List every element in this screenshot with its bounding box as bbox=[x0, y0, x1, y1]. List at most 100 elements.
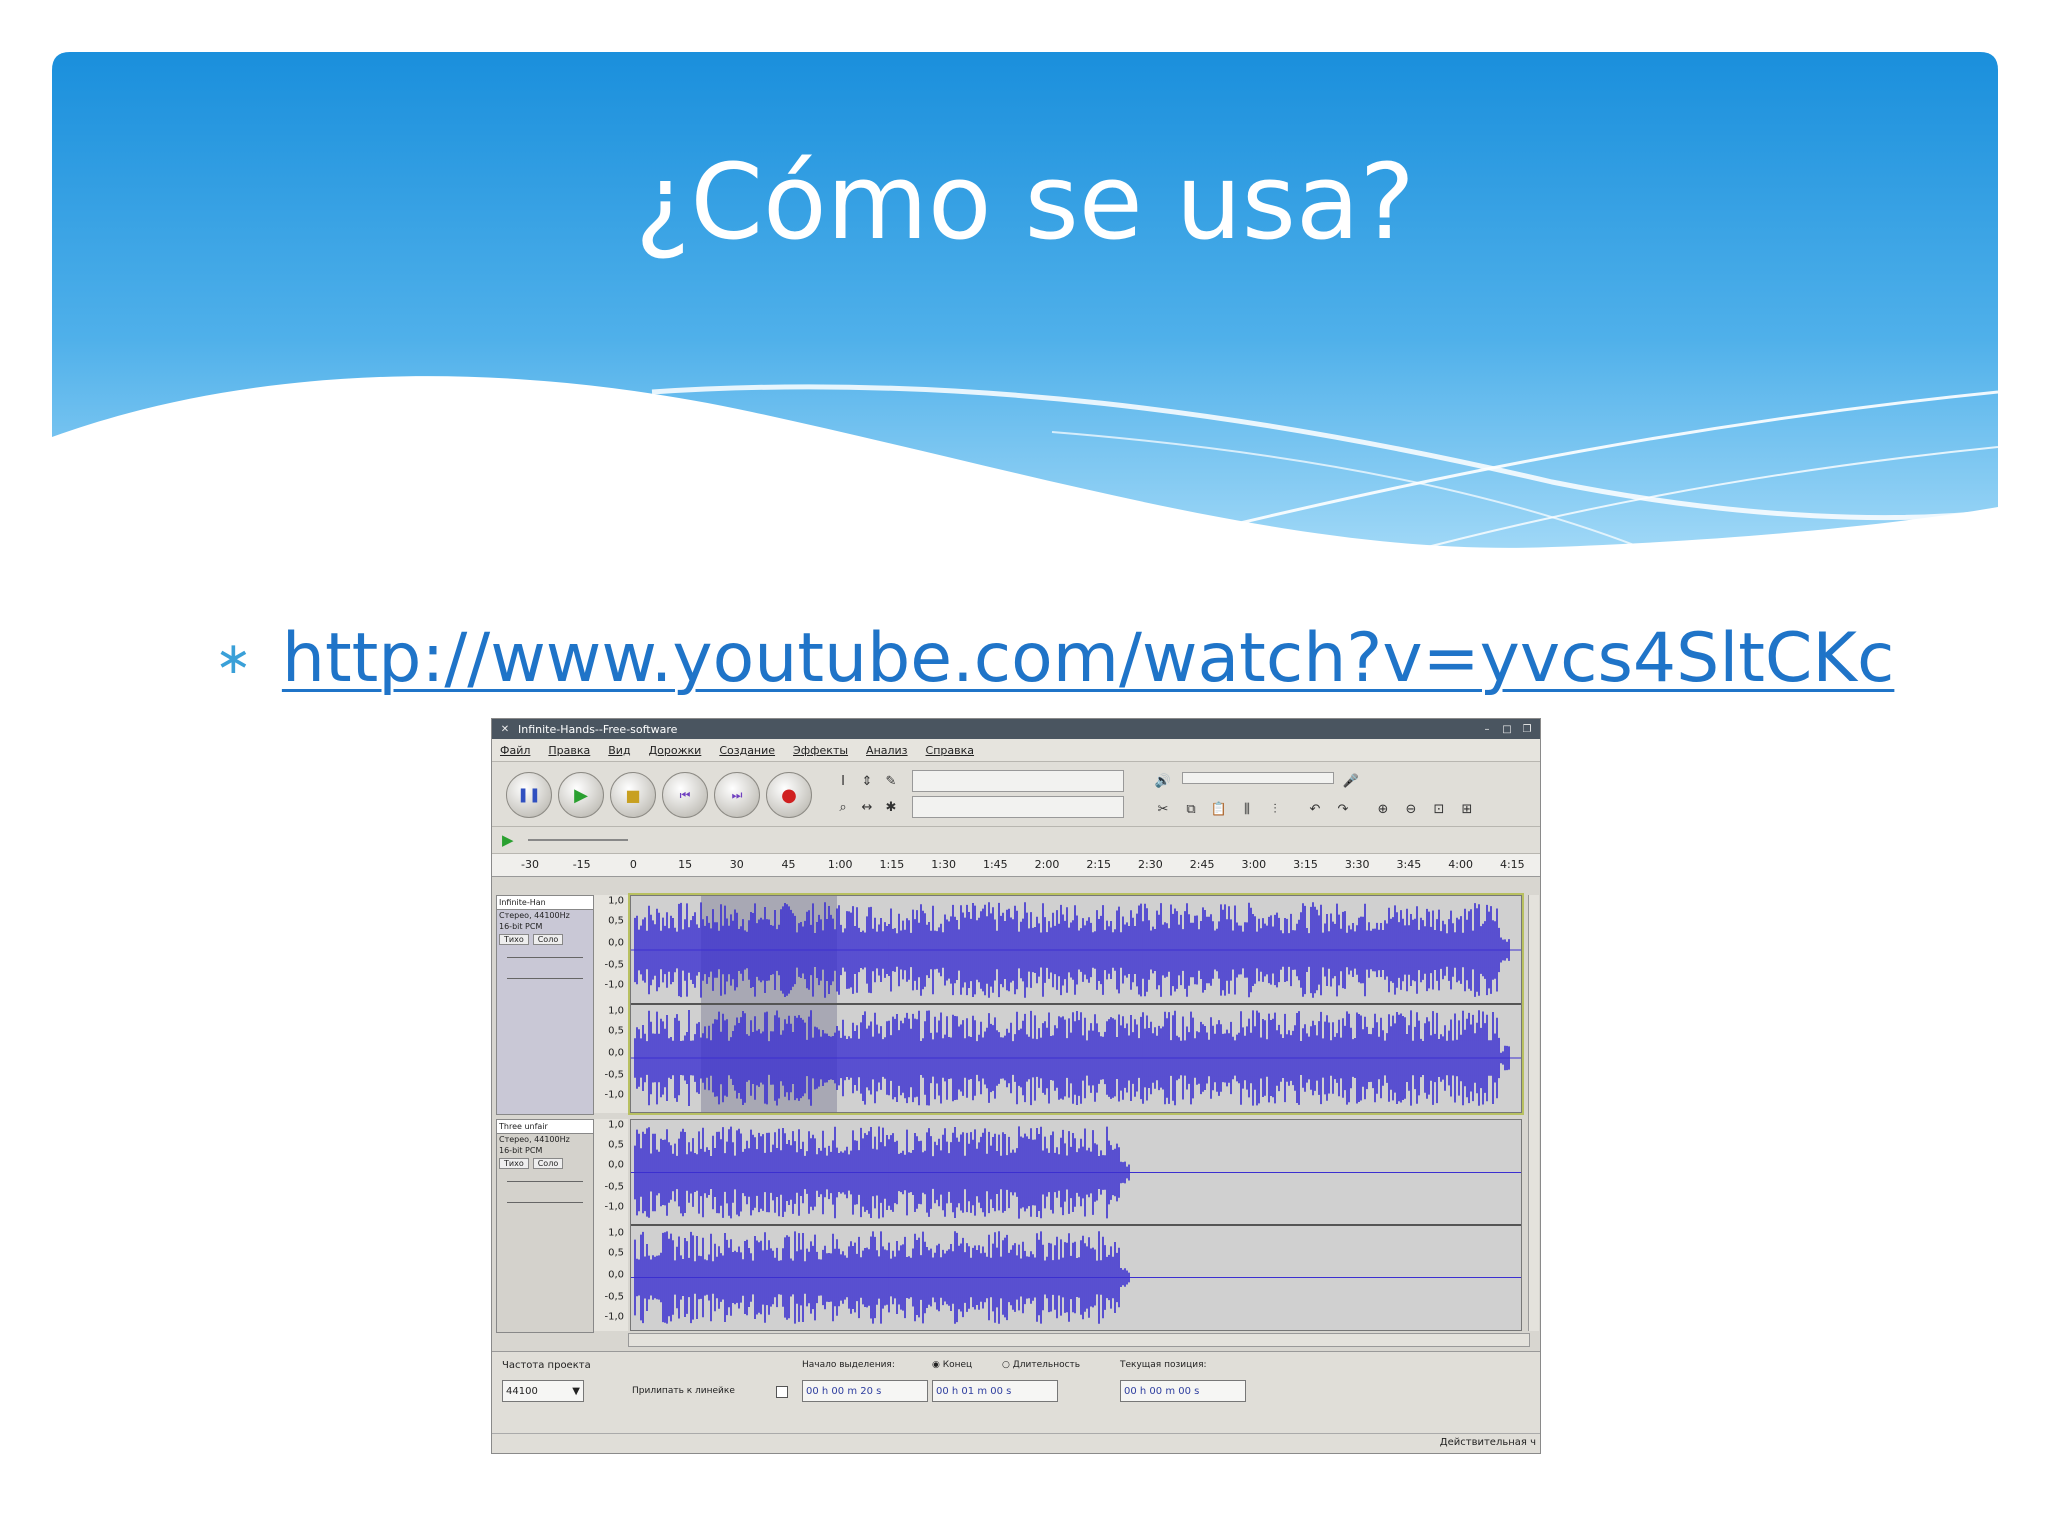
pan-slider[interactable] bbox=[507, 1202, 583, 1203]
stop-icon: ■ bbox=[625, 785, 641, 805]
length-label: Длительность bbox=[1012, 1360, 1081, 1370]
minimize-icon[interactable]: – bbox=[1480, 722, 1494, 736]
bullet-marker: ∗ bbox=[215, 632, 252, 684]
record-button[interactable]: ● bbox=[766, 772, 812, 818]
solo-button[interactable]: Соло bbox=[532, 934, 564, 945]
tracks-area: Infinite-Han Стерео, 44100Hz 16-bit PCM … bbox=[492, 893, 1540, 1333]
menu-analyze[interactable]: Анализ bbox=[866, 744, 908, 757]
microphone-icon: 🎤 bbox=[1342, 773, 1360, 789]
menu-file[interactable]: Файл bbox=[500, 744, 530, 757]
ruler-tick-label: 1:00 bbox=[827, 858, 853, 871]
menu-edit[interactable]: Правка bbox=[548, 744, 590, 757]
zoom-in-icon[interactable]: ⊕ bbox=[1372, 798, 1394, 820]
paste-icon[interactable]: 📋 bbox=[1208, 798, 1230, 820]
track-control-panel: Infinite-Han Стерео, 44100Hz 16-bit PCM … bbox=[496, 895, 594, 1115]
cut-icon[interactable]: ✂ bbox=[1152, 798, 1174, 820]
menu-help[interactable]: Справка bbox=[926, 744, 974, 757]
end-label: Конец bbox=[942, 1360, 973, 1370]
solo-button[interactable]: Соло bbox=[532, 1158, 564, 1169]
scale-tick: 1,0 bbox=[608, 1005, 624, 1017]
track-control-panel: Three unfair Стерео, 44100Hz 16-bit PCM … bbox=[496, 1119, 594, 1333]
youtube-link[interactable]: http://www.youtube.com/watch?v=yvcs4SltC… bbox=[282, 619, 1894, 698]
silence-icon[interactable]: ⫶ bbox=[1264, 798, 1286, 820]
scale-tick: -0,5 bbox=[604, 1069, 624, 1081]
track-waveform[interactable] bbox=[630, 1119, 1522, 1331]
skip-end-button[interactable]: ⏭ bbox=[714, 772, 760, 818]
selection-tool-icon[interactable]: I bbox=[832, 770, 854, 792]
vertical-scrollbar[interactable] bbox=[1528, 895, 1539, 1331]
app-titlebar: ✕ Infinite-Hands--Free-software – □ ❐ bbox=[492, 719, 1540, 739]
snap-checkbox[interactable] bbox=[776, 1386, 788, 1398]
pause-button[interactable]: ❚❚ bbox=[506, 772, 552, 818]
project-rate-value: 44100 bbox=[506, 1385, 538, 1397]
scale-tick: -0,5 bbox=[604, 1181, 624, 1193]
scale-tick: 0,0 bbox=[608, 1159, 624, 1171]
menu-generate[interactable]: Создание bbox=[719, 744, 775, 757]
zoom-tool-icon[interactable]: ⌕ bbox=[832, 796, 854, 818]
transport-toolbar: ❚❚ ▶ ■ ⏮ ⏭ ● I ⇕ ✎ ⌕ ↔ ✱ 🔊 🎤 ✂ ⧉ 📋 ⫼ ⫶ ↶… bbox=[492, 762, 1540, 827]
timeline-ruler[interactable]: -30 -15 0 15 30 45 1:00 1:15 1:30 1:45 2:00 2:15 2:3… bbox=[492, 854, 1540, 877]
restore-icon[interactable]: ❐ bbox=[1520, 722, 1534, 736]
ruler-tick-label: 3:30 bbox=[1344, 858, 1370, 871]
undo-icon[interactable]: ↶ bbox=[1304, 798, 1326, 820]
track-format: Стерео, 44100Hz bbox=[499, 911, 570, 920]
multi-tool-icon[interactable]: ✱ bbox=[880, 796, 902, 818]
track-bitdepth: 16-bit PCM bbox=[499, 922, 543, 931]
position-field[interactable]: 00 h 00 m 00 s bbox=[1120, 1380, 1246, 1402]
skip-start-button[interactable]: ⏮ bbox=[662, 772, 708, 818]
ruler-tick-label: 15 bbox=[678, 858, 693, 871]
bullet-item: ∗ http://www.youtube.com/watch?v=yvcs4Sl… bbox=[215, 618, 1894, 698]
ruler-tick-label: 4:15 bbox=[1499, 858, 1525, 871]
menu-effects[interactable]: Эффекты bbox=[793, 744, 848, 757]
stop-button[interactable]: ■ bbox=[610, 772, 656, 818]
envelope-tool-icon[interactable]: ⇕ bbox=[856, 770, 878, 792]
ruler-tick-label: 3:15 bbox=[1293, 858, 1318, 871]
selection-end-field[interactable]: 00 h 01 m 00 s bbox=[932, 1380, 1058, 1402]
timeshift-tool-icon[interactable]: ↔ bbox=[856, 796, 878, 818]
output-volume-slider[interactable] bbox=[1182, 772, 1334, 784]
scale-tick: -1,0 bbox=[604, 979, 624, 991]
selection-start-field[interactable]: 00 h 00 m 20 s bbox=[802, 1380, 928, 1402]
position-label: Текущая позиция: bbox=[1120, 1360, 1207, 1370]
scale-tick: 0,5 bbox=[608, 1247, 624, 1259]
fit-selection-icon[interactable]: ⊡ bbox=[1428, 798, 1450, 820]
scale-tick: 0,5 bbox=[608, 915, 624, 927]
scale-tick: -0,5 bbox=[604, 1291, 624, 1303]
redo-icon[interactable]: ↷ bbox=[1332, 798, 1354, 820]
mute-button[interactable]: Тихо bbox=[499, 1158, 529, 1169]
draw-tool-icon[interactable]: ✎ bbox=[880, 770, 902, 792]
gain-slider[interactable] bbox=[507, 1181, 583, 1182]
ruler-tick-label: -15 bbox=[572, 858, 591, 871]
horizontal-scrollbar[interactable] bbox=[628, 1333, 1530, 1347]
pan-slider[interactable] bbox=[507, 978, 583, 979]
zoom-out-icon[interactable]: ⊖ bbox=[1400, 798, 1422, 820]
status-bar: Действительная ч bbox=[492, 1433, 1540, 1453]
trim-icon[interactable]: ⫼ bbox=[1236, 798, 1258, 820]
gain-slider[interactable] bbox=[507, 957, 583, 958]
track-scale: 1,0 0,5 0,0 -0,5 -1,0 1,0 0,5 0,0 -0,5 -… bbox=[594, 895, 628, 1113]
copy-icon[interactable]: ⧉ bbox=[1180, 798, 1202, 820]
maximize-icon[interactable]: □ bbox=[1500, 722, 1514, 736]
mute-button[interactable]: Тихо bbox=[499, 934, 529, 945]
ruler-tick-label: 3:45 bbox=[1396, 858, 1422, 871]
track-waveform[interactable] bbox=[628, 893, 1524, 1115]
track-scale: 1,0 0,5 0,0 -0,5 -1,0 1,0 0,5 0,0 -0,5 -… bbox=[594, 1119, 628, 1331]
record-icon: ● bbox=[781, 784, 797, 806]
menu-bar: Файл Правка Вид Дорожки Создание Эффекты… bbox=[492, 739, 1540, 762]
close-icon[interactable]: ✕ bbox=[498, 722, 512, 736]
window-title: Infinite-Hands--Free-software bbox=[518, 722, 678, 736]
play-button[interactable]: ▶ bbox=[558, 772, 604, 818]
waveform-svg bbox=[631, 896, 1521, 1112]
length-radio[interactable]: ○ Длительность bbox=[1002, 1360, 1080, 1370]
play-at-speed-icon[interactable]: ▶ bbox=[502, 831, 514, 849]
end-radio[interactable]: ◉ Конец bbox=[932, 1360, 972, 1370]
project-rate-select[interactable]: 44100 ▼ bbox=[502, 1380, 584, 1402]
fit-project-icon[interactable]: ⊞ bbox=[1456, 798, 1478, 820]
menu-view[interactable]: Вид bbox=[608, 744, 630, 757]
ruler-tick-label: 2:45 bbox=[1189, 858, 1215, 871]
track-name[interactable]: Three unfair bbox=[497, 1120, 593, 1134]
track-name[interactable]: Infinite-Han bbox=[497, 896, 593, 910]
menu-tracks[interactable]: Дорожки bbox=[649, 744, 702, 757]
chevron-down-icon: ▼ bbox=[572, 1385, 580, 1397]
speed-slider[interactable] bbox=[528, 839, 628, 841]
